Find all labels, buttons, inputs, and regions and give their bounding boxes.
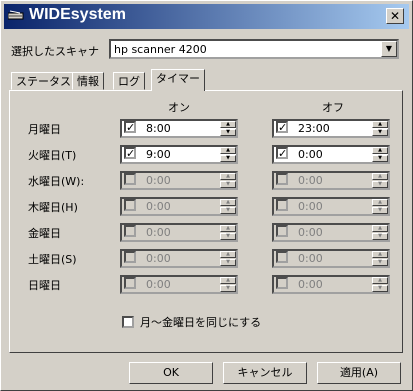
spin-up-icon[interactable]: ▲ (220, 147, 236, 154)
on-checkbox[interactable] (124, 225, 136, 237)
spin-down-icon[interactable]: ▼ (220, 259, 236, 266)
on-checkbox[interactable] (124, 173, 136, 185)
title-bar[interactable]: WIDEsystem ✕ (4, 4, 409, 29)
close-button[interactable]: ✕ (386, 8, 404, 24)
off-checkbox[interactable] (276, 199, 288, 211)
chevron-down-icon[interactable]: ▼ (381, 41, 397, 57)
same-weekday-label: 月～金曜日を同じにする (140, 316, 262, 329)
off-checkbox[interactable] (276, 277, 288, 289)
off-checkbox[interactable]: ✓ (276, 121, 288, 133)
cancel-button[interactable]: キャンセル (223, 362, 307, 384)
spin-down-icon[interactable]: ▼ (220, 207, 236, 214)
scanner-label: 選択したスキャナ (11, 45, 99, 58)
off-time-spinner[interactable]: 0:00 ▲ ▼ (272, 223, 390, 242)
same-weekday-checkbox[interactable] (122, 316, 134, 328)
on-column-header: オン (168, 101, 190, 114)
off-time-value: 23:00 (298, 122, 330, 135)
timer-panel: オン オフ 月曜日 ✓ 8:00 ▲ ▼ ✓ 23:00 ▲ ▼ 火曜日(T) … (9, 90, 403, 353)
spin-up-icon[interactable]: ▲ (372, 173, 388, 180)
dialog-window: WIDEsystem ✕ 選択したスキャナ hp scanner 4200 ▼ … (0, 0, 413, 391)
day-label: 土曜日(S) (28, 253, 77, 266)
spin-down-icon[interactable]: ▼ (220, 181, 236, 188)
on-checkbox[interactable]: ✓ (124, 147, 136, 159)
on-checkbox[interactable] (124, 277, 136, 289)
on-time-spinner[interactable]: 9:00 ▲ ▼ (120, 145, 238, 164)
on-time-spinner[interactable]: 0:00 ▲ ▼ (120, 223, 238, 242)
tab-timer[interactable]: タイマー (151, 69, 205, 91)
spin-up-icon[interactable]: ▲ (220, 199, 236, 206)
on-checkbox[interactable]: ✓ (124, 121, 136, 133)
on-time-spinner[interactable]: 8:00 ▲ ▼ (120, 119, 238, 138)
day-label: 火曜日(T) (28, 149, 77, 162)
on-time-spinner[interactable]: 0:00 ▲ ▼ (120, 197, 238, 216)
day-label: 日曜日 (28, 279, 61, 292)
spin-down-icon[interactable]: ▼ (372, 233, 388, 240)
day-label: 金曜日 (28, 227, 61, 240)
scanner-icon (8, 10, 24, 20)
ok-button[interactable]: OK (129, 362, 213, 384)
spin-up-icon[interactable]: ▲ (372, 121, 388, 128)
tab-info[interactable]: 情報 (72, 72, 104, 90)
spin-up-icon[interactable]: ▲ (372, 277, 388, 284)
spin-up-icon[interactable]: ▲ (372, 199, 388, 206)
on-time-spinner[interactable]: 0:00 ▲ ▼ (120, 249, 238, 268)
on-time-value: 0:00 (146, 226, 171, 239)
on-time-value: 9:00 (146, 148, 171, 161)
spin-down-icon[interactable]: ▼ (220, 233, 236, 240)
off-column-header: オフ (322, 101, 344, 114)
day-label: 月曜日 (28, 123, 61, 136)
spin-down-icon[interactable]: ▼ (372, 207, 388, 214)
apply-button[interactable]: 適用(A) (317, 362, 401, 384)
off-time-spinner[interactable]: 0:00 ▲ ▼ (272, 145, 390, 164)
off-time-value: 0:00 (298, 174, 323, 187)
spin-up-icon[interactable]: ▲ (220, 173, 236, 180)
on-checkbox[interactable] (124, 199, 136, 211)
off-time-spinner[interactable]: 0:00 ▲ ▼ (272, 197, 390, 216)
on-time-value: 8:00 (146, 122, 171, 135)
off-checkbox[interactable] (276, 173, 288, 185)
spin-up-icon[interactable]: ▲ (220, 121, 236, 128)
spin-down-icon[interactable]: ▼ (220, 155, 236, 162)
spin-down-icon[interactable]: ▼ (220, 129, 236, 136)
spin-down-icon[interactable]: ▼ (372, 181, 388, 188)
spin-up-icon[interactable]: ▲ (220, 225, 236, 232)
spin-up-icon[interactable]: ▲ (220, 251, 236, 258)
spin-up-icon[interactable]: ▲ (372, 251, 388, 258)
off-checkbox[interactable] (276, 225, 288, 237)
off-time-value: 0:00 (298, 200, 323, 213)
day-label: 水曜日(W): (28, 175, 85, 188)
spin-up-icon[interactable]: ▲ (220, 277, 236, 284)
on-time-value: 0:00 (146, 200, 171, 213)
off-time-spinner[interactable]: 23:00 ▲ ▼ (272, 119, 390, 138)
on-time-value: 0:00 (146, 278, 171, 291)
off-time-value: 0:00 (298, 226, 323, 239)
on-time-spinner[interactable]: 0:00 ▲ ▼ (120, 275, 238, 294)
scanner-select[interactable]: hp scanner 4200 ▼ (109, 39, 399, 59)
on-time-value: 0:00 (146, 174, 171, 187)
tab-log[interactable]: ログ (113, 72, 145, 90)
off-checkbox[interactable] (276, 251, 288, 263)
off-time-spinner[interactable]: 0:00 ▲ ▼ (272, 249, 390, 268)
off-time-spinner[interactable]: 0:00 ▲ ▼ (272, 275, 390, 294)
on-checkbox[interactable] (124, 251, 136, 263)
spin-down-icon[interactable]: ▼ (372, 155, 388, 162)
spin-up-icon[interactable]: ▲ (372, 147, 388, 154)
spin-down-icon[interactable]: ▼ (372, 259, 388, 266)
off-time-value: 0:00 (298, 148, 323, 161)
spin-down-icon[interactable]: ▼ (372, 285, 388, 292)
off-time-value: 0:00 (298, 252, 323, 265)
tab-status[interactable]: ステータス (11, 72, 76, 90)
on-time-spinner[interactable]: 0:00 ▲ ▼ (120, 171, 238, 190)
day-label: 木曜日(H) (28, 201, 78, 214)
spin-down-icon[interactable]: ▼ (372, 129, 388, 136)
off-time-value: 0:00 (298, 278, 323, 291)
scanner-select-value: hp scanner 4200 (114, 43, 207, 56)
off-time-spinner[interactable]: 0:00 ▲ ▼ (272, 171, 390, 190)
on-time-value: 0:00 (146, 252, 171, 265)
spin-up-icon[interactable]: ▲ (372, 225, 388, 232)
spin-down-icon[interactable]: ▼ (220, 285, 236, 292)
off-checkbox[interactable]: ✓ (276, 147, 288, 159)
window-title: WIDEsystem (29, 6, 126, 23)
